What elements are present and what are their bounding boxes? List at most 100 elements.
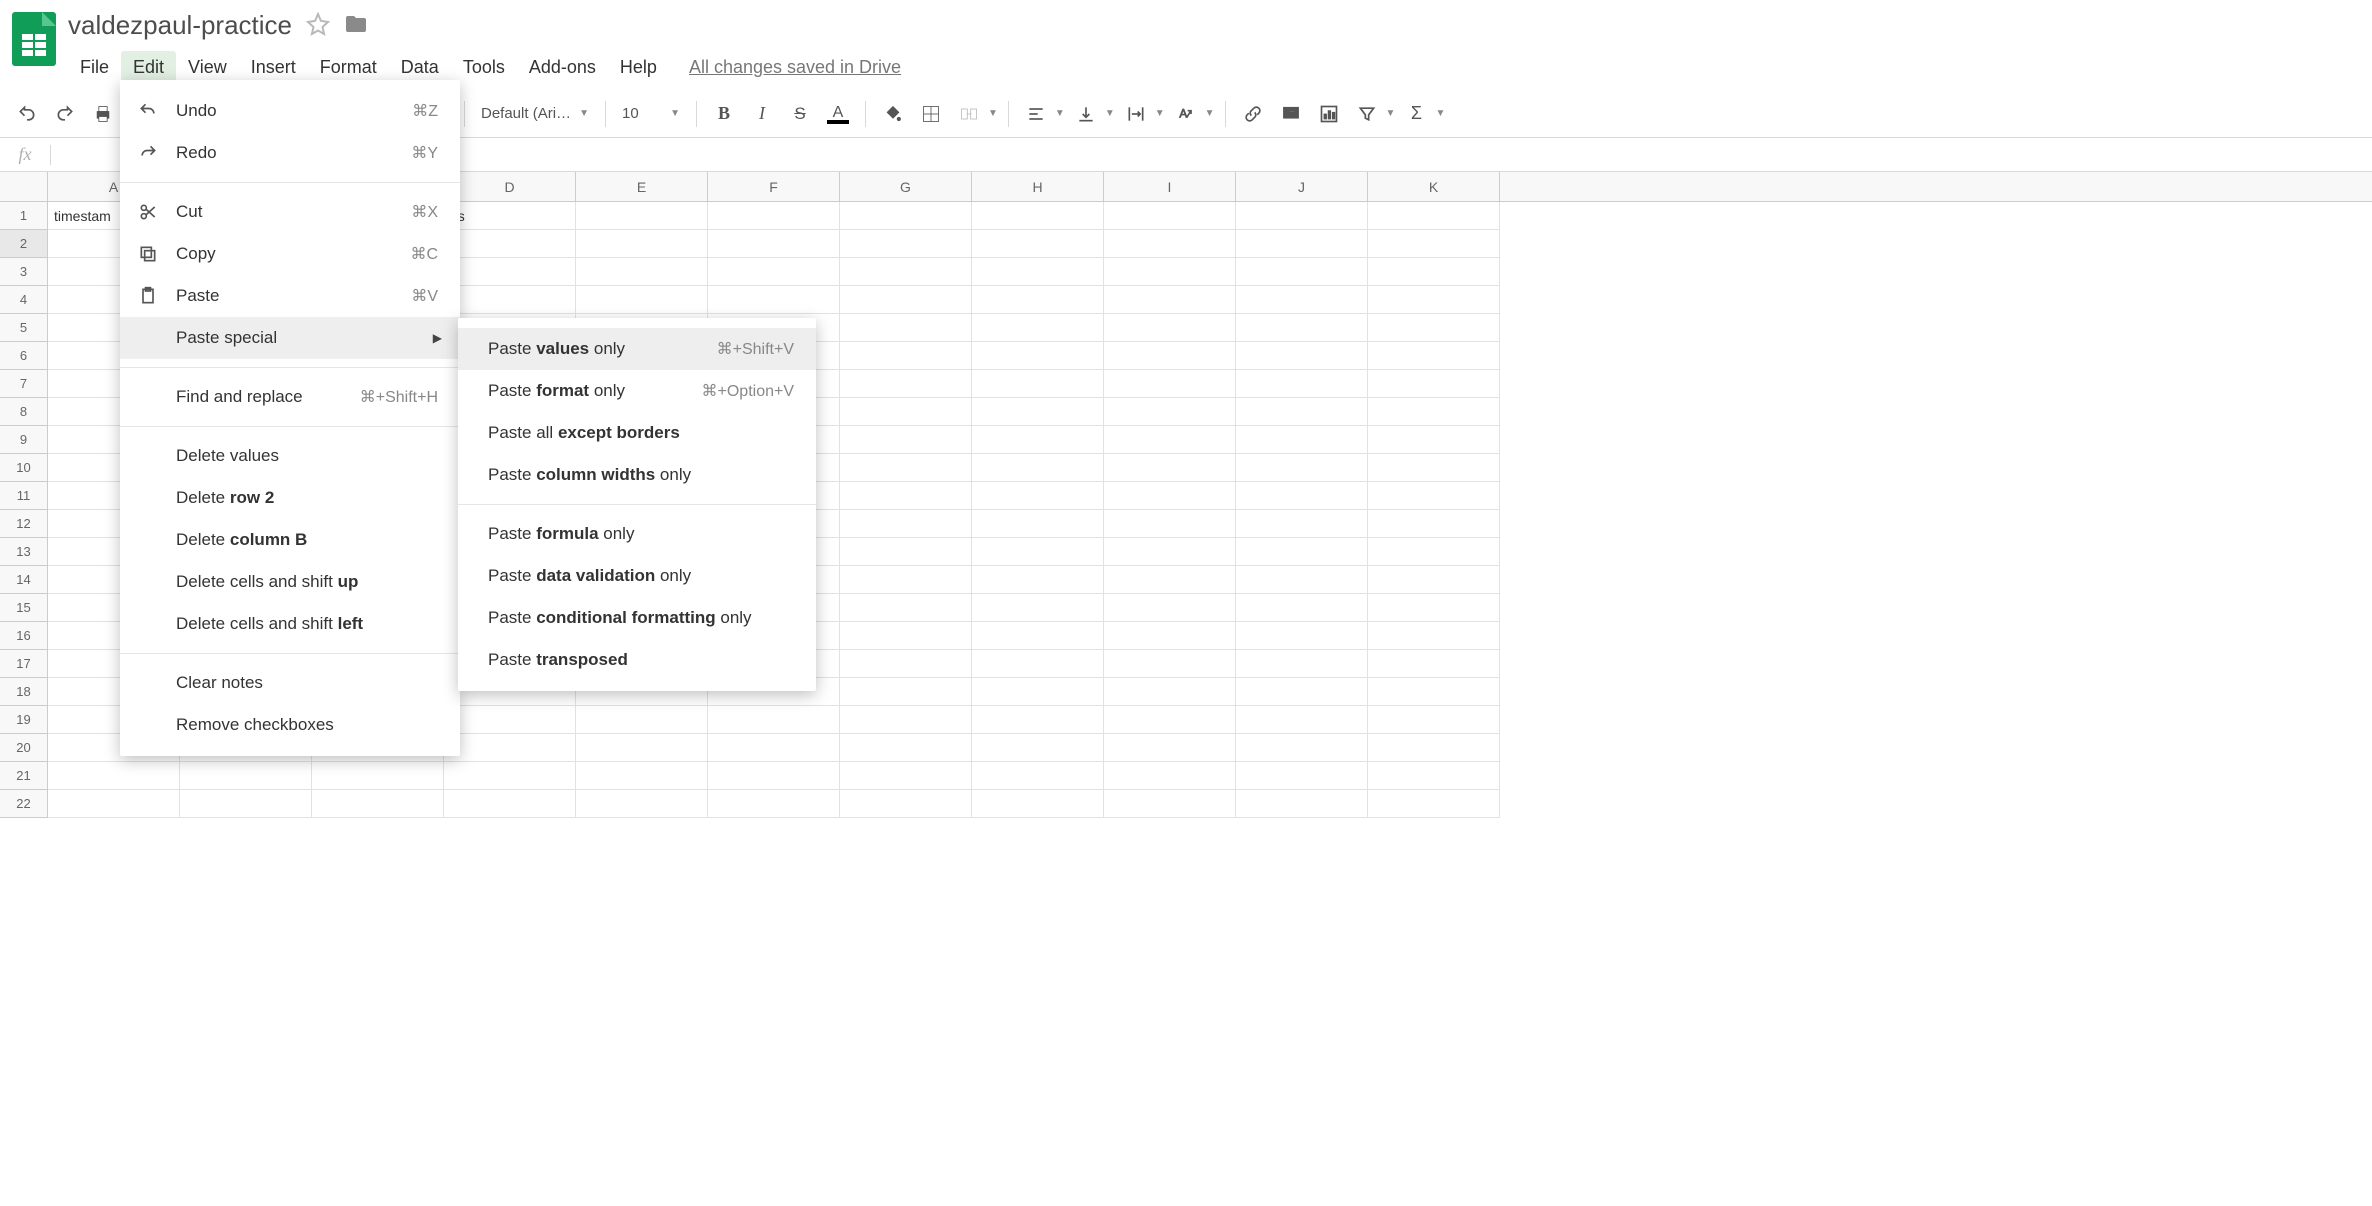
cell[interactable] (840, 762, 972, 790)
cell[interactable] (1236, 538, 1368, 566)
cell[interactable] (840, 370, 972, 398)
cell[interactable] (840, 202, 972, 230)
column-header[interactable]: E (576, 172, 708, 201)
cell[interactable] (972, 370, 1104, 398)
cell[interactable] (1368, 314, 1500, 342)
font-size-select[interactable]: 10▼ (616, 105, 686, 122)
submenu-paste-formula[interactable]: Paste formula only (458, 513, 816, 555)
cell[interactable] (1368, 734, 1500, 762)
cell[interactable] (840, 482, 972, 510)
cell[interactable] (972, 482, 1104, 510)
cell[interactable] (708, 286, 840, 314)
cell[interactable] (1104, 790, 1236, 818)
cell[interactable] (972, 566, 1104, 594)
cell[interactable] (1104, 538, 1236, 566)
cell[interactable] (708, 706, 840, 734)
cell[interactable] (1368, 258, 1500, 286)
cell[interactable] (1236, 790, 1368, 818)
row-header[interactable]: 1 (0, 202, 48, 230)
row-header[interactable]: 20 (0, 734, 48, 762)
cell[interactable] (972, 622, 1104, 650)
redo-button-icon[interactable] (48, 97, 82, 131)
row-header[interactable]: 18 (0, 678, 48, 706)
row-header[interactable]: 16 (0, 622, 48, 650)
cell[interactable] (1368, 790, 1500, 818)
column-header[interactable]: I (1104, 172, 1236, 201)
cell[interactable] (1236, 314, 1368, 342)
cell[interactable] (1368, 594, 1500, 622)
cell[interactable] (576, 790, 708, 818)
borders-button-icon[interactable] (914, 97, 948, 131)
cell[interactable] (840, 230, 972, 258)
sheets-logo-icon[interactable] (12, 12, 56, 66)
cell[interactable] (840, 314, 972, 342)
text-color-button-icon[interactable]: A (821, 97, 855, 131)
cell[interactable] (1368, 538, 1500, 566)
menu-delete-row[interactable]: Delete row 2 (120, 477, 460, 519)
cell[interactable] (1368, 398, 1500, 426)
row-header[interactable]: 11 (0, 482, 48, 510)
cell[interactable] (1104, 398, 1236, 426)
menu-delete-column[interactable]: Delete column B (120, 519, 460, 561)
cell[interactable] (1104, 706, 1236, 734)
print-button-icon[interactable] (86, 97, 120, 131)
row-header[interactable]: 6 (0, 342, 48, 370)
cell[interactable] (1236, 566, 1368, 594)
cell[interactable] (840, 566, 972, 594)
cell[interactable] (972, 286, 1104, 314)
cell[interactable] (1236, 342, 1368, 370)
insert-link-button-icon[interactable] (1236, 97, 1270, 131)
submenu-paste-conditional-formatting[interactable]: Paste conditional formatting only (458, 597, 816, 639)
cell[interactable] (840, 398, 972, 426)
cell[interactable] (840, 678, 972, 706)
cell[interactable] (1368, 650, 1500, 678)
cell[interactable] (1236, 622, 1368, 650)
cell[interactable] (972, 454, 1104, 482)
cell[interactable] (1104, 762, 1236, 790)
menu-file[interactable]: File (68, 51, 121, 84)
drive-save-status[interactable]: All changes saved in Drive (689, 57, 901, 78)
row-header[interactable]: 2 (0, 230, 48, 258)
fill-color-button-icon[interactable] (876, 97, 910, 131)
cell[interactable] (1368, 286, 1500, 314)
cell[interactable] (840, 790, 972, 818)
menu-help[interactable]: Help (608, 51, 669, 84)
row-header[interactable]: 5 (0, 314, 48, 342)
cell[interactable] (708, 790, 840, 818)
row-header[interactable]: 17 (0, 650, 48, 678)
cell[interactable] (1104, 678, 1236, 706)
text-wrap-button[interactable]: ▼ (1119, 97, 1165, 131)
column-header[interactable]: F (708, 172, 840, 201)
menu-redo[interactable]: Redo ⌘Y (120, 132, 460, 174)
cell[interactable] (576, 762, 708, 790)
cell[interactable] (1368, 706, 1500, 734)
cell[interactable] (1104, 594, 1236, 622)
cell[interactable] (840, 622, 972, 650)
cell[interactable] (972, 678, 1104, 706)
star-icon[interactable] (306, 12, 330, 39)
vertical-align-button[interactable]: ▼ (1069, 97, 1115, 131)
cell[interactable] (576, 706, 708, 734)
cell[interactable] (972, 426, 1104, 454)
cell[interactable] (1104, 510, 1236, 538)
cell[interactable] (312, 790, 444, 818)
document-title[interactable]: valdezpaul-practice (68, 10, 292, 41)
row-header[interactable]: 22 (0, 790, 48, 818)
submenu-paste-data-validation[interactable]: Paste data validation only (458, 555, 816, 597)
row-header[interactable]: 19 (0, 706, 48, 734)
menu-delete-values[interactable]: Delete values (120, 435, 460, 477)
column-header[interactable]: K (1368, 172, 1500, 201)
cell[interactable] (1236, 706, 1368, 734)
cell[interactable] (444, 734, 576, 762)
cell[interactable] (1104, 202, 1236, 230)
cell[interactable] (840, 594, 972, 622)
cell[interactable] (1368, 342, 1500, 370)
cell[interactable] (972, 258, 1104, 286)
cell[interactable] (48, 762, 180, 790)
cell[interactable] (1104, 566, 1236, 594)
cell[interactable] (444, 790, 576, 818)
cell[interactable] (1236, 650, 1368, 678)
strikethrough-button-icon[interactable]: S (783, 97, 817, 131)
cell[interactable] (1368, 482, 1500, 510)
row-header[interactable]: 13 (0, 538, 48, 566)
